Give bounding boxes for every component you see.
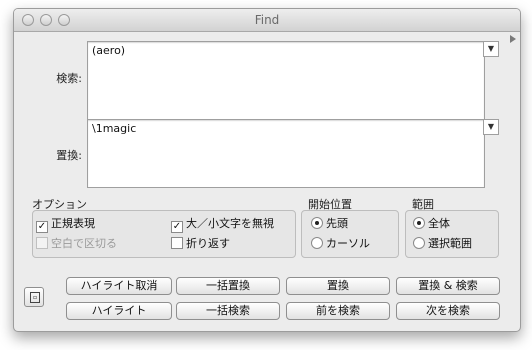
wrap-checkbox[interactable]: 折り返す — [171, 235, 230, 251]
highlight-button[interactable]: ハイライト — [66, 302, 172, 320]
checkmark-icon: ✓ — [171, 221, 183, 233]
case-insensitive-checkbox[interactable]: ✓ 大／小文字を無視 — [171, 215, 274, 233]
wrap-label: 折り返す — [186, 237, 230, 250]
replace-all-button[interactable]: 一括置換 — [176, 277, 280, 295]
find-next-button[interactable]: 次を検索 — [396, 302, 500, 320]
find-window: Find 検索: (aero) ▼ 置換: \1magic ▼ オプション ✓ 正… — [13, 8, 521, 332]
scope-selection-radio[interactable]: 選択範囲 — [413, 235, 472, 251]
regex-label: 正規表現 — [51, 217, 95, 230]
panel-toggle-icon: ▫ — [30, 292, 40, 303]
whitespace-checkbox: 空白で区切る — [36, 235, 117, 251]
start-cursor-label: カーソル — [326, 237, 370, 250]
replace-and-find-button[interactable]: 置換 & 検索 — [396, 277, 500, 295]
radio-dot — [413, 237, 425, 249]
search-label: 検索: — [56, 72, 82, 85]
start-cursor-radio[interactable]: カーソル — [311, 235, 370, 251]
find-previous-button[interactable]: 前を検索 — [286, 302, 390, 320]
replace-input-value: \1magic — [92, 122, 137, 135]
case-insensitive-label: 大／小文字を無視 — [186, 217, 274, 230]
chevron-down-icon[interactable]: ▼ — [483, 119, 499, 135]
scope-all-radio[interactable]: 全体 — [413, 215, 450, 231]
checkbox-box — [171, 237, 183, 249]
highlight-cancel-button[interactable]: ハイライト取消 — [66, 277, 172, 295]
replace-button[interactable]: 置換 — [286, 277, 390, 295]
chevron-down-icon[interactable]: ▼ — [483, 41, 499, 57]
triangle-right-icon[interactable] — [510, 35, 516, 43]
regex-checkbox[interactable]: ✓ 正規表現 — [36, 215, 95, 233]
checkmark-icon: ✓ — [36, 221, 48, 233]
whitespace-label: 空白で区切る — [51, 237, 117, 250]
panel-toggle-button[interactable]: ▫ — [24, 287, 44, 307]
replace-label: 置換: — [56, 149, 82, 162]
radio-dot — [413, 217, 425, 229]
title-bar: Find — [14, 9, 520, 32]
radio-dot — [311, 237, 323, 249]
replace-input[interactable]: \1magic — [87, 119, 485, 188]
scope-selection-label: 選択範囲 — [428, 237, 472, 250]
start-top-label: 先頭 — [326, 217, 348, 230]
search-input-value: (aero) — [92, 44, 126, 57]
radio-dot — [311, 217, 323, 229]
scope-all-label: 全体 — [428, 217, 450, 230]
start-top-radio[interactable]: 先頭 — [311, 215, 348, 231]
find-all-button[interactable]: 一括検索 — [176, 302, 280, 320]
checkbox-box — [36, 237, 48, 249]
window-title: Find — [254, 13, 280, 27]
